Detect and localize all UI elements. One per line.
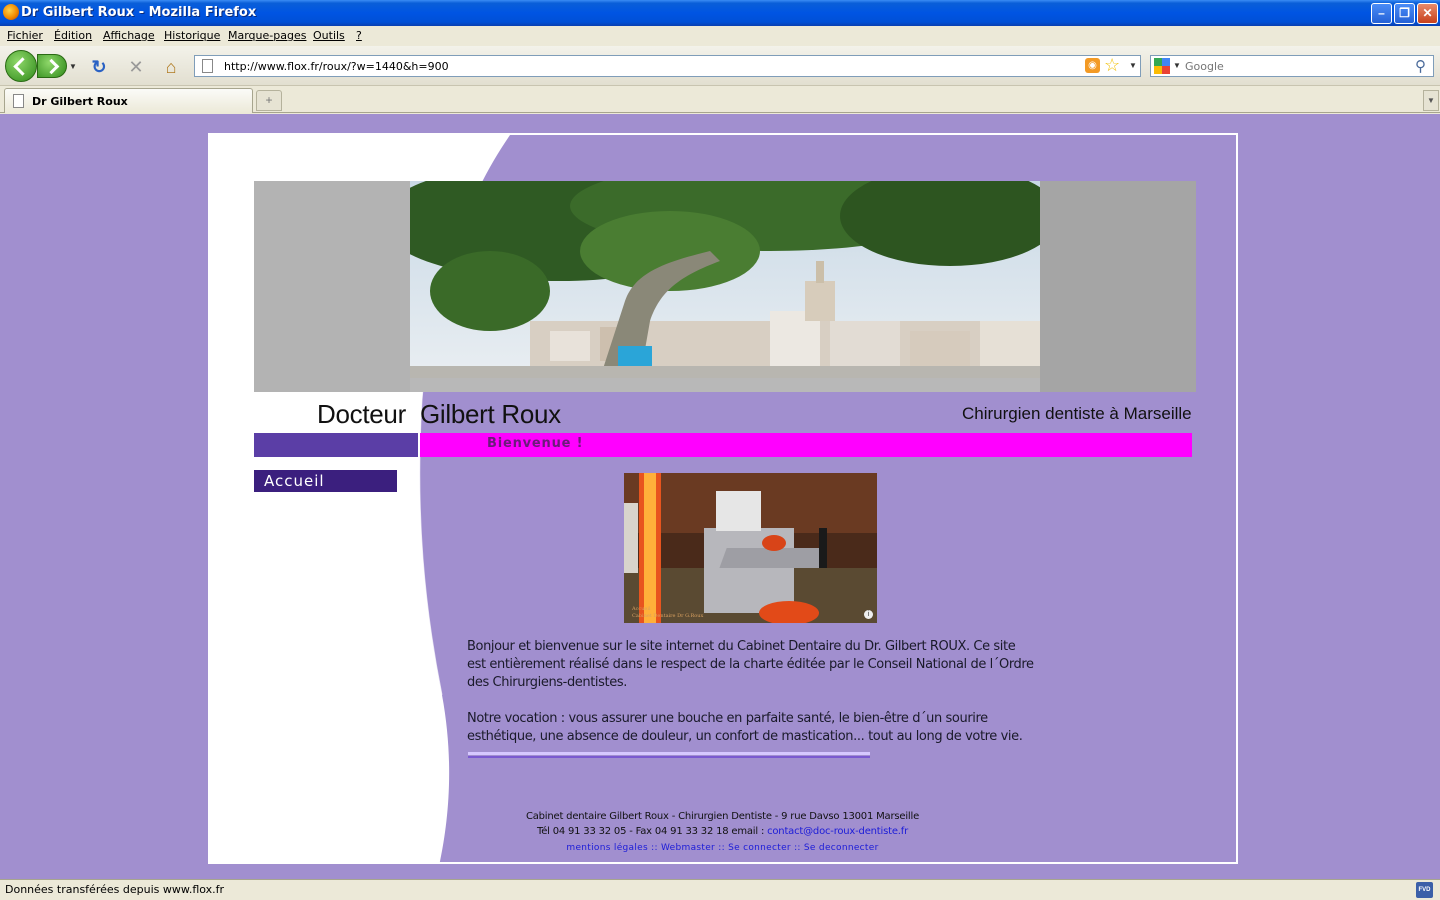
site-page: Docteur Gilbert Roux Chirurgien dentiste … [208,133,1238,864]
header-left-panel [254,181,410,392]
search-bar: ▼ ⚲ [1150,55,1434,77]
bookmark-star-icon[interactable]: ☆ [1104,55,1120,76]
home-icon[interactable]: ⌂ [160,56,182,78]
footer-separator: :: [718,843,725,853]
photo-caption: Accueil Cabinet Dentaire Dr G.Roux [632,606,704,619]
new-tab-button[interactable]: + [256,90,282,111]
google-engine-icon[interactable] [1154,58,1170,74]
menu-fichier[interactable]: Fichier [7,29,43,42]
nav-item-accueil[interactable]: Accueil [254,470,397,492]
intro-paragraph-1: Bonjour et bienvenue sur le site interne… [467,639,1034,690]
office-photo[interactable]: Accueil Cabinet Dentaire Dr G.Roux i [624,473,877,623]
welcome-text: Bienvenue ! [487,436,584,451]
footer-links: mentions légales :: Webmaster :: Se conn… [510,841,935,856]
header-right-panel [1040,181,1196,392]
list-all-tabs-button[interactable]: ▼ [1423,90,1439,111]
site-title-first: Docteur [317,399,406,429]
tab-strip: Dr Gilbert Roux + ▼ [0,86,1440,113]
document-icon [13,94,24,108]
status-text: Données transférées depuis www.flox.fr [5,883,225,896]
welcome-bar: Bienvenue ! [420,433,1192,457]
left-accent-bar [254,433,418,457]
footer-address: Cabinet dentaire Gilbert Roux - Chirurgi… [525,811,920,822]
content-viewport: Docteur Gilbert Roux Chirurgien dentiste … [0,114,1440,879]
content-divider [468,752,870,758]
site-footer: Cabinet dentaire Gilbert Roux - Chirurgi… [510,809,935,856]
menu-affichage[interactable]: Affichage [103,29,155,42]
url-dropdown-icon[interactable]: ▼ [1129,61,1137,70]
menu-help[interactable]: ? [356,29,362,42]
header-bottom-stripe [410,378,1040,392]
header-photo-marseille [410,181,1040,378]
link-mentions-legales[interactable]: mentions légales [566,843,648,853]
search-magnifier-icon[interactable]: ⚲ [1415,57,1426,75]
site-title-name: Gilbert Roux [419,399,561,429]
intro-paragraph-2: Notre vocation : vous assurer une bouche… [467,711,1023,744]
info-icon[interactable]: i [864,610,873,619]
intro-text: Bonjour et bienvenue sur le site interne… [467,638,1037,746]
stop-icon[interactable]: ✕ [125,56,147,78]
footer-phone-fax: Tél 04 91 33 32 05 - Fax 04 91 33 32 18 … [536,826,765,837]
close-window-button[interactable]: ✕ [1417,3,1438,24]
forward-button[interactable] [37,54,67,78]
status-bar: Données transférées depuis www.flox.fr F… [0,879,1440,900]
history-dropdown-icon[interactable]: ▼ [69,62,77,71]
back-button[interactable] [5,50,37,82]
rss-feed-icon[interactable]: ◉ [1085,58,1100,73]
site-subtitle: Chirurgien dentiste à Marseille [962,404,1192,423]
tab-dr-gilbert-roux[interactable]: Dr Gilbert Roux [4,88,253,113]
navigation-toolbar: ▼ ↻ ✕ ⌂ http://www.flox.fr/roux/?w=1440&… [0,46,1440,86]
search-engine-dropdown-icon[interactable]: ▼ [1173,61,1181,70]
firefox-logo-icon [3,4,19,20]
footer-separator: :: [651,843,658,853]
menu-edition[interactable]: Édition [54,29,92,42]
fvd-downloader-icon[interactable]: FVD [1416,882,1433,898]
link-webmaster[interactable]: Webmaster [661,843,715,853]
window-title-bar: Dr Gilbert Roux - Mozilla Firefox – ❐ ✕ [0,0,1440,26]
url-bar[interactable]: http://www.flox.fr/roux/?w=1440&h=900 ◉ … [194,55,1141,77]
maximize-button[interactable]: ❐ [1394,3,1415,24]
footer-separator: :: [794,843,801,853]
footer-contact: Tél 04 91 33 32 05 - Fax 04 91 33 32 18 … [510,824,935,839]
url-text[interactable]: http://www.flox.fr/roux/?w=1440&h=900 [224,60,449,73]
search-input[interactable] [1185,58,1405,74]
window-title: Dr Gilbert Roux - Mozilla Firefox [21,5,257,20]
tab-label: Dr Gilbert Roux [32,95,128,108]
reload-icon[interactable]: ↻ [88,56,110,78]
minimize-button[interactable]: – [1371,3,1392,24]
footer-email-link[interactable]: contact@doc-roux-dentiste.fr [767,826,908,837]
menu-outils[interactable]: Outils [313,29,345,42]
menu-bar: Fichier Édition Affichage Historique Mar… [0,26,1440,46]
menu-historique[interactable]: Historique [164,29,220,42]
page-icon [202,59,213,73]
link-se-deconnecter[interactable]: Se deconnecter [804,843,879,853]
site-title: Docteur Gilbert Roux [317,399,561,430]
back-forward-group: ▼ [5,50,79,82]
link-se-connecter[interactable]: Se connecter [728,843,791,853]
menu-marque-pages[interactable]: Marque-pages [228,29,306,42]
